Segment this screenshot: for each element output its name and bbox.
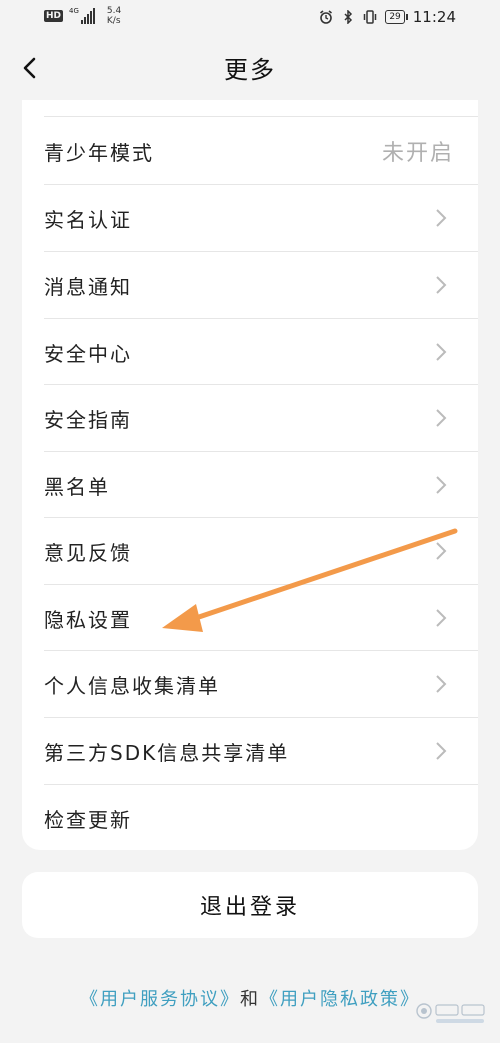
row-label: 意见反馈 (44, 540, 132, 565)
page-title: 更多 (224, 56, 276, 84)
row-feedback[interactable]: 意见反馈 (44, 518, 478, 584)
network-speed: 5.4 K/s (107, 6, 121, 26)
terms-of-service-link[interactable]: 《用户服务协议》 (80, 989, 240, 1010)
row-label: 黑名单 (44, 474, 110, 499)
bluetooth-icon (344, 10, 353, 24)
row-blacklist[interactable]: 黑名单 (44, 452, 478, 518)
row-third-party-sdk-list[interactable]: 第三方SDK信息共享清单 (44, 718, 478, 784)
row-divider (44, 116, 478, 117)
clock: 11:24 (412, 8, 456, 26)
alarm-icon (320, 10, 333, 24)
vibrate-icon (364, 10, 377, 24)
logout-button[interactable]: 退出登录 (22, 872, 478, 938)
privacy-policy-link[interactable]: 《用户隐私政策》 (260, 989, 420, 1010)
chevron-right-icon (436, 343, 447, 361)
row-label: 安全指南 (44, 407, 132, 432)
battery-level: 29 (389, 12, 401, 22)
row-notifications[interactable]: 消息通知 (44, 252, 478, 318)
chevron-right-icon (436, 276, 447, 294)
row-label: 第三方SDK信息共享清单 (44, 740, 290, 765)
watermark-logo-icon (416, 1003, 485, 1023)
row-check-update[interactable]: 检查更新 (44, 785, 478, 851)
row-label: 安全中心 (44, 341, 132, 366)
row-label: 青少年模式 (44, 140, 154, 165)
chevron-right-icon (436, 409, 447, 427)
speed-unit: K/s (106, 16, 121, 26)
status-right: 29 11:24 (319, 8, 456, 26)
row-personal-info-list[interactable]: 个人信息收集清单 (44, 651, 478, 717)
row-label: 实名认证 (44, 207, 132, 232)
nav-bar: 更多 (0, 36, 500, 100)
row-security-guide[interactable]: 安全指南 (44, 385, 478, 451)
network-type: 4G (69, 7, 79, 15)
hd-badge: HD (44, 10, 64, 22)
chevron-right-icon (436, 675, 447, 693)
speed-value: 5.4 (106, 6, 122, 16)
chevron-right-icon (436, 742, 447, 760)
status-left: HD 4G 5.4 K/s (44, 6, 121, 26)
chevron-right-icon (436, 209, 447, 227)
row-label: 个人信息收集清单 (44, 673, 220, 698)
row-label: 消息通知 (44, 274, 132, 299)
chevron-right-icon (436, 609, 447, 627)
row-label: 检查更新 (44, 807, 132, 832)
youth-mode-status: 未开启 (381, 141, 454, 166)
chevron-right-icon (436, 476, 447, 494)
footer-connector: 和 (240, 989, 260, 1010)
row-youth-mode[interactable]: 青少年模式 未开启 (44, 118, 478, 184)
row-real-name-auth[interactable]: 实名认证 (44, 185, 478, 251)
signal-icon (80, 8, 95, 24)
row-security-center[interactable]: 安全中心 (44, 319, 478, 385)
settings-card: 青少年模式 未开启 实名认证 消息通知 安全中心 安全指南 黑名单 意见反馈 隐… (22, 100, 478, 850)
status-bar: HD 4G 5.4 K/s 29 11:24 (0, 0, 500, 36)
row-privacy-settings[interactable]: 隐私设置 (44, 585, 478, 651)
chevron-right-icon (436, 542, 447, 560)
battery-icon: 29 (385, 10, 409, 24)
logout-label: 退出登录 (199, 895, 300, 920)
row-label: 隐私设置 (44, 607, 132, 632)
